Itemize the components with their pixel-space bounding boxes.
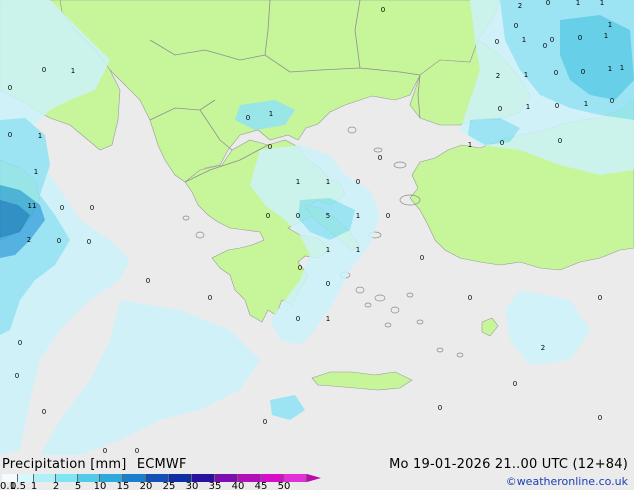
- value-label: 0: [8, 84, 12, 92]
- value-label: 0: [296, 315, 300, 323]
- value-label: 0: [42, 66, 46, 74]
- value-label: 1: [326, 246, 330, 254]
- value-label: 0: [103, 447, 107, 455]
- value-label: 1: [600, 0, 604, 7]
- title-text: Precipitation [mm]: [2, 457, 127, 472]
- value-label: 0: [268, 143, 272, 151]
- value-label: 0: [60, 204, 64, 212]
- scale-tick-label: 5: [74, 481, 82, 490]
- value-label: 0: [500, 139, 504, 147]
- value-label: 0: [578, 34, 582, 42]
- value-label: 0: [135, 447, 139, 455]
- value-label: 0: [208, 294, 212, 302]
- value-label: 0: [57, 237, 61, 245]
- value-label: 0: [246, 114, 250, 122]
- value-label: 0: [18, 339, 22, 347]
- value-label: 11: [28, 202, 37, 210]
- value-label: 1: [608, 21, 612, 29]
- map-view: 0 0 2 1 1 0 1 1 0 0 1 0 0 0 2 1 0 0 1 1 …: [0, 0, 634, 490]
- scale-tick-label: 40: [231, 481, 245, 490]
- value-label: 0: [543, 42, 547, 50]
- value-label: 0: [598, 414, 602, 422]
- value-label: 0: [495, 38, 499, 46]
- scale-tick-label: 25: [162, 481, 176, 490]
- model-name: ECMWF: [136, 457, 187, 472]
- value-label: 2: [518, 2, 522, 10]
- scale-tick-label: 2: [52, 481, 60, 490]
- legend-footer: Precipitation [mm] ECMWF Mo 19-01-2026 2…: [0, 455, 634, 490]
- value-label: 1: [604, 32, 608, 40]
- value-label: 1: [584, 100, 588, 108]
- value-label: 1: [608, 65, 612, 73]
- value-label: 1: [71, 67, 75, 75]
- value-label: 0: [555, 102, 559, 110]
- color-scale-ticks: 0.1 0.5 1 2 5 10 15 20 25 30 35 40 45 50: [0, 481, 340, 490]
- value-label: 2: [496, 72, 500, 80]
- value-label: 1: [526, 103, 530, 111]
- value-label: 0: [610, 97, 614, 105]
- value-label: 0: [554, 69, 558, 77]
- value-label: 1: [38, 132, 42, 140]
- scale-tick-label: 30: [185, 481, 199, 490]
- value-label: 0: [146, 277, 150, 285]
- value-label: 0: [550, 36, 554, 44]
- value-label: 0: [468, 294, 472, 302]
- precipitation-map: 0 0 2 1 1 0 1 1 0 0 1 0 0 0 2 1 0 0 1 1 …: [0, 0, 634, 490]
- value-label: 0: [546, 0, 550, 7]
- value-label: 1: [356, 212, 360, 220]
- value-label: 1: [356, 246, 360, 254]
- validity-time: Mo 19-01-2026 21..00 UTC (12+84): [389, 457, 628, 472]
- scale-tick-label: 45: [254, 481, 268, 490]
- value-label: 0: [266, 212, 270, 220]
- value-label: 0: [581, 68, 585, 76]
- value-label: 0: [263, 418, 267, 426]
- value-label: 0: [90, 204, 94, 212]
- value-label: 0: [326, 280, 330, 288]
- scale-arrow: [307, 474, 321, 482]
- scale-tick-label: 15: [116, 481, 130, 490]
- value-label: 0: [514, 22, 518, 30]
- value-label: 1: [620, 64, 624, 72]
- value-label: 1: [269, 110, 273, 118]
- scale-tick-label: 1: [30, 481, 38, 490]
- scale-tick-label: 10: [93, 481, 107, 490]
- value-label: 1: [522, 36, 526, 44]
- value-label: 0: [513, 380, 517, 388]
- value-label: 1: [576, 0, 580, 7]
- value-label: 0: [381, 6, 385, 14]
- color-scale: [2, 474, 321, 482]
- scale-tick-label: 35: [208, 481, 222, 490]
- value-label: 0: [298, 264, 302, 272]
- value-label: 0: [386, 212, 390, 220]
- value-label: 2: [541, 344, 545, 352]
- value-label: 0: [42, 408, 46, 416]
- scale-tick-label: 0.5: [10, 481, 26, 490]
- value-label: 0: [438, 404, 442, 412]
- value-label: 0: [598, 294, 602, 302]
- value-label: 0: [378, 154, 382, 162]
- value-label: 0: [420, 254, 424, 262]
- value-label: 1: [468, 141, 472, 149]
- value-label: 0: [558, 137, 562, 145]
- value-label: 0: [8, 131, 12, 139]
- value-label: 1: [34, 168, 38, 176]
- credit-link[interactable]: ©weatheronline.co.uk: [506, 475, 628, 488]
- value-label: 2: [27, 236, 31, 244]
- value-label: 0: [15, 372, 19, 380]
- value-label: 5: [326, 212, 330, 220]
- value-label: 1: [296, 178, 300, 186]
- chart-title: Precipitation [mm] ECMWF: [2, 457, 187, 472]
- value-label: 0: [296, 212, 300, 220]
- value-label: 0: [356, 178, 360, 186]
- value-label: 1: [524, 71, 528, 79]
- scale-tick-label: 50: [277, 481, 291, 490]
- value-label: 0: [87, 238, 91, 246]
- value-label: 0: [498, 105, 502, 113]
- value-label: 1: [326, 315, 330, 323]
- value-label: 1: [326, 178, 330, 186]
- scale-tick-label: 20: [139, 481, 153, 490]
